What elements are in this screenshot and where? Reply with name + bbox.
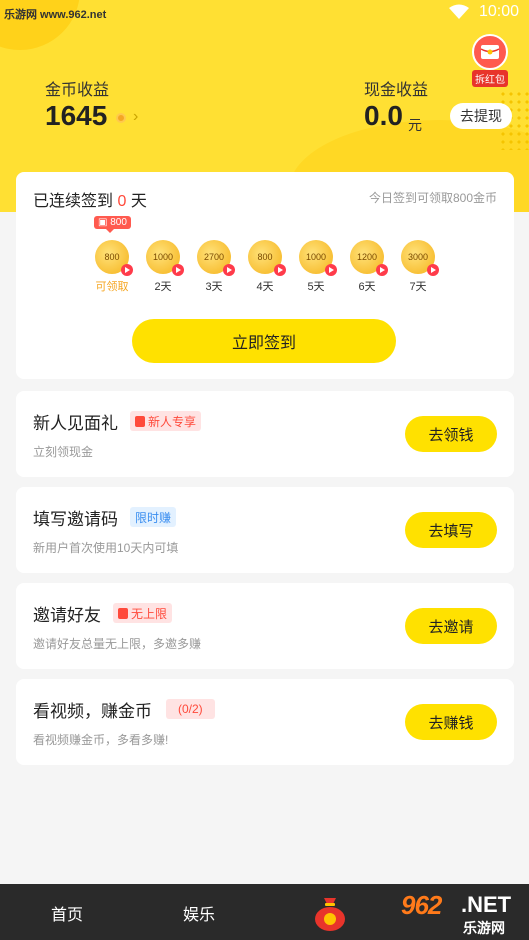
play-icon xyxy=(121,264,133,276)
signin-title: 已连续签到 0 天 xyxy=(33,193,147,210)
task-title: 邀请好友 xyxy=(33,606,101,625)
coin-income-label: 金币收益 xyxy=(45,82,110,99)
day-label: 2天 xyxy=(154,281,172,293)
redpack-label: 拆红包 xyxy=(472,70,508,87)
cash-income-label: 现金收益 xyxy=(364,82,429,99)
money-bag-icon[interactable] xyxy=(313,894,347,932)
task-tag: 新人专享 xyxy=(130,411,202,431)
day-item[interactable]: 2700 3天 xyxy=(194,240,235,294)
status-time: 10:00 xyxy=(478,3,519,20)
day-label: 5天 xyxy=(307,281,325,293)
brand-sub: 乐游网 xyxy=(463,920,505,936)
task-title: 填写邀请码 xyxy=(33,510,118,529)
day-item[interactable]: 1000 2天 xyxy=(143,240,184,294)
signin-count: 0 xyxy=(117,193,127,210)
task-desc: 立刻领现金 xyxy=(33,445,94,459)
day-item[interactable]: 800 可领取 xyxy=(92,240,133,294)
play-icon xyxy=(376,264,388,276)
nav-home[interactable]: 首页 xyxy=(51,901,83,925)
coin-icon: 800 xyxy=(248,240,286,276)
wifi-icon xyxy=(448,4,469,19)
nav-entertainment[interactable]: 娱乐 xyxy=(183,901,215,925)
coin-icon: 1000 xyxy=(299,240,337,276)
day-label: 6天 xyxy=(358,281,376,293)
status-bar: 乐游网 www.962.net 10:00 xyxy=(0,0,529,28)
task-tag: 限时赚 xyxy=(130,507,177,527)
claim-cash-button[interactable]: 去领钱 xyxy=(405,416,497,452)
coin-income-value[interactable]: 1645 xyxy=(45,100,107,132)
task-desc: 看视频赚金币，多看多赚! xyxy=(33,733,169,747)
redpack-icon xyxy=(472,34,508,70)
day-item[interactable]: 3000 7天 xyxy=(398,240,439,294)
chevron-right-icon[interactable]: › xyxy=(133,108,138,126)
task-title: 新人见面礼 xyxy=(33,414,118,433)
task-card-invite-friends: 邀请好友 无上限 邀请好友总量无上限，多邀多赚 去邀请 xyxy=(16,583,514,669)
bottom-nav: 首页 娱乐 962 .NET 乐游网 xyxy=(0,884,529,940)
day-item[interactable]: 800 4天 xyxy=(245,240,286,294)
play-icon xyxy=(427,264,439,276)
task-title: 看视频，赚金币 xyxy=(33,702,152,721)
coin-icon xyxy=(116,113,126,123)
signin-card: 已连续签到 0 天 今日签到可领取800金币 ▣ 800 800 可领取 100… xyxy=(16,172,514,379)
play-icon xyxy=(325,264,337,276)
day-item[interactable]: 1200 6天 xyxy=(347,240,388,294)
signin-hint: 今日签到可领取800金币 xyxy=(368,191,497,205)
task-card-newbie: 新人见面礼 新人专享 立刻领现金 去领钱 xyxy=(16,391,514,477)
day-label: 7天 xyxy=(409,281,427,293)
coin-icon: 1200 xyxy=(350,240,388,276)
brand-number: 962 xyxy=(401,890,442,920)
coin-icon: 2700 xyxy=(197,240,235,276)
redpack-button[interactable]: 拆红包 xyxy=(471,34,509,88)
play-icon xyxy=(274,264,286,276)
coin-icon: 1000 xyxy=(146,240,184,276)
brand-watermark: 962 .NET 乐游网 xyxy=(399,890,525,936)
watermark-text: 乐游网 www.962.net xyxy=(4,9,107,21)
day-item[interactable]: 1000 5天 xyxy=(296,240,337,294)
task-card-watch-video: 看视频，赚金币 (0/2) 看视频赚金币，多看多赚! 去赚钱 xyxy=(16,679,514,765)
redpack-mini-icon: ▣ xyxy=(98,217,111,228)
task-desc: 邀请好友总量无上限，多邀多赚 xyxy=(33,637,202,651)
brand-net: .NET xyxy=(461,892,512,917)
day-label: 4天 xyxy=(256,281,274,293)
redpack-mini-icon xyxy=(118,607,128,619)
day-label: 可领取 xyxy=(95,281,129,293)
task-desc: 新用户首次使用10天内可填 xyxy=(33,541,179,555)
task-progress-tag: (0/2) xyxy=(166,699,215,719)
play-icon xyxy=(223,264,235,276)
day-label: 3天 xyxy=(205,281,223,293)
invite-button[interactable]: 去邀请 xyxy=(405,608,497,644)
play-icon xyxy=(172,264,184,276)
fill-code-button[interactable]: 去填写 xyxy=(405,512,497,548)
cash-unit: 元 xyxy=(408,117,422,133)
earn-money-button[interactable]: 去赚钱 xyxy=(405,704,497,740)
cash-income-value: 0.0 xyxy=(364,100,403,131)
task-tag: 无上限 xyxy=(113,603,173,623)
signin-button[interactable]: 立即签到 xyxy=(132,319,396,363)
withdraw-button[interactable]: 去提现 xyxy=(450,103,512,129)
coin-icon: 3000 xyxy=(401,240,439,276)
task-card-invite-code: 填写邀请码 限时赚 新用户首次使用10天内可填 去填写 xyxy=(16,487,514,573)
coin-icon: 800 xyxy=(95,240,133,276)
reward-bubble: ▣ 800 xyxy=(94,216,131,233)
redpack-mini-icon xyxy=(135,415,145,427)
